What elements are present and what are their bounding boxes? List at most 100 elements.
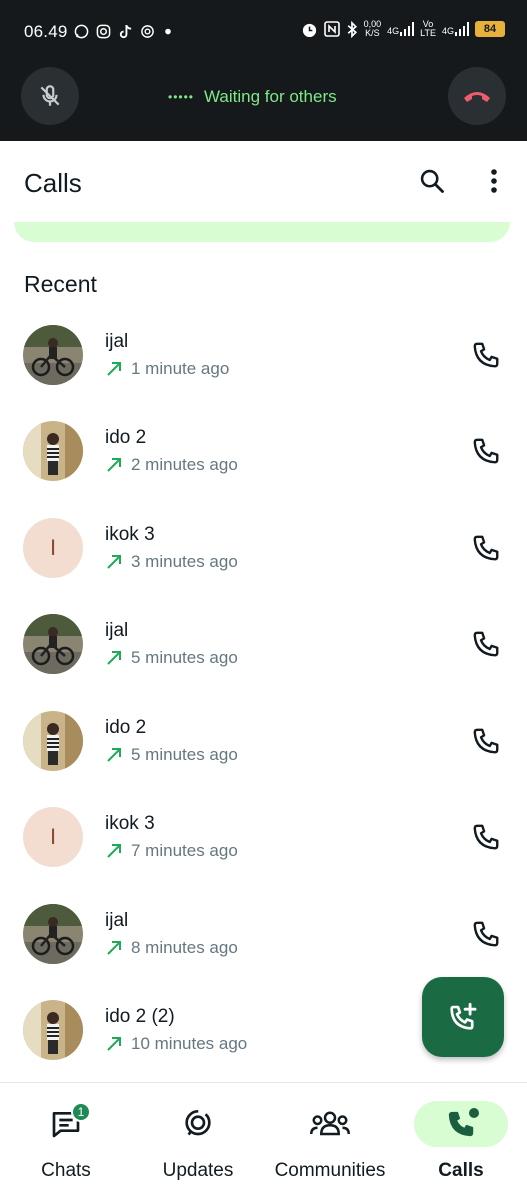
end-call-button[interactable] bbox=[448, 67, 506, 125]
avatar[interactable] bbox=[23, 904, 83, 964]
call-time: 10 minutes ago bbox=[131, 1034, 248, 1053]
outgoing-call-arrow-icon bbox=[107, 458, 121, 472]
avatar[interactable] bbox=[23, 325, 83, 385]
voice-call-button[interactable] bbox=[466, 530, 506, 566]
outgoing-call-arrow-icon bbox=[107, 651, 121, 665]
call-time: 3 minutes ago bbox=[131, 552, 238, 571]
call-row[interactable]: I ikok 3 7 minutes ago bbox=[0, 807, 527, 903]
nav-label: Chats bbox=[41, 1160, 91, 1181]
tiktok-notif-icon bbox=[119, 24, 132, 39]
call-detail: 5 minutes ago bbox=[105, 648, 238, 668]
voice-call-button[interactable] bbox=[466, 723, 506, 759]
network-type-2: 4G bbox=[441, 26, 454, 36]
data-speed: 0,00 K/S bbox=[364, 20, 382, 38]
recent-section-header: Recent bbox=[24, 271, 97, 297]
call-time: 5 minutes ago bbox=[131, 648, 238, 667]
page-title: Calls bbox=[24, 168, 82, 198]
nav-updates-icon-wrap bbox=[151, 1101, 245, 1147]
nav-calls[interactable]: Calls bbox=[395, 1083, 527, 1200]
voice-call-button[interactable] bbox=[466, 433, 506, 469]
waiting-dots-icon: ••••• bbox=[168, 90, 195, 104]
alarm-icon bbox=[302, 23, 316, 37]
nav-chats[interactable]: 1 Chats bbox=[0, 1083, 132, 1200]
avatar-initial[interactable]: I bbox=[23, 807, 83, 867]
voice-call-button[interactable] bbox=[466, 916, 506, 952]
photo-bike-avatar bbox=[23, 904, 83, 964]
phone-icon bbox=[473, 921, 499, 947]
call-time: 5 minutes ago bbox=[131, 745, 238, 764]
phone-icon bbox=[473, 535, 499, 561]
nfc-icon bbox=[323, 21, 340, 37]
network-type-1: 4G bbox=[387, 26, 400, 36]
signal-1: 4G bbox=[387, 22, 415, 36]
nav-communities[interactable]: Communities bbox=[264, 1083, 396, 1200]
avatar[interactable] bbox=[23, 614, 83, 674]
call-detail: 2 minutes ago bbox=[105, 455, 238, 475]
contact-name: ido 2 (2) bbox=[105, 1006, 175, 1027]
voice-call-button[interactable] bbox=[466, 337, 506, 373]
phone-icon bbox=[473, 342, 499, 368]
contact-name: ijal bbox=[105, 331, 129, 352]
outgoing-call-arrow-icon bbox=[107, 555, 121, 569]
call-row[interactable]: ido 2 2 minutes ago bbox=[0, 421, 527, 517]
signal-2: 4G bbox=[442, 22, 469, 36]
outgoing-call-arrow-icon bbox=[107, 1037, 121, 1051]
call-detail: 7 minutes ago bbox=[105, 841, 238, 861]
signal-bars-1-icon bbox=[400, 22, 415, 36]
bluetooth-icon bbox=[347, 20, 357, 38]
phone-icon bbox=[473, 631, 499, 657]
call-detail: 10 minutes ago bbox=[105, 1034, 247, 1054]
call-detail: 1 minute ago bbox=[105, 359, 229, 379]
more-options-button[interactable] bbox=[476, 163, 512, 199]
call-time: 8 minutes ago bbox=[131, 938, 238, 957]
nav-communities-icon-wrap bbox=[283, 1101, 377, 1147]
nav-label: Calls bbox=[438, 1160, 484, 1181]
battery-indicator: 84 bbox=[475, 21, 505, 37]
more-notif-dot-icon bbox=[165, 28, 171, 35]
notification-icons bbox=[74, 24, 174, 39]
unread-badge: 1 bbox=[71, 1102, 91, 1122]
nav-label: Updates bbox=[162, 1160, 234, 1181]
volte-indicator: Vo LTE bbox=[420, 20, 436, 38]
avatar[interactable] bbox=[23, 421, 83, 481]
volte-bottom: LTE bbox=[420, 28, 436, 38]
search-icon bbox=[420, 169, 444, 193]
status-bar: 06.49 0,00 K/S 4G Vo LTE 4G 84 bbox=[0, 0, 527, 64]
more-vert-icon bbox=[491, 169, 497, 193]
mute-button[interactable] bbox=[21, 67, 79, 125]
nav-label: Communities bbox=[274, 1160, 386, 1181]
new-call-fab[interactable] bbox=[422, 977, 504, 1057]
chatgpt-notif-icon bbox=[141, 25, 154, 38]
updates-icon bbox=[185, 1110, 211, 1136]
contact-name: ijal bbox=[105, 910, 129, 931]
avatar-initial[interactable]: I bbox=[23, 518, 83, 578]
voice-call-button[interactable] bbox=[466, 626, 506, 662]
call-banner: 06.49 0,00 K/S 4G Vo LTE 4G 84 ••••• Wai… bbox=[0, 0, 527, 141]
avatar[interactable] bbox=[23, 711, 83, 771]
contact-name: ijal bbox=[105, 620, 129, 641]
whatsapp-notif-icon bbox=[74, 24, 89, 39]
call-row[interactable]: ido 2 5 minutes ago bbox=[0, 711, 527, 807]
contact-name: ikok 3 bbox=[105, 813, 155, 834]
call-row[interactable]: ijal 5 minutes ago bbox=[0, 614, 527, 710]
avatar[interactable] bbox=[23, 1000, 83, 1060]
photo-room-avatar bbox=[23, 421, 83, 481]
voice-call-button[interactable] bbox=[466, 819, 506, 855]
photo-bike-avatar bbox=[23, 325, 83, 385]
contact-name: ido 2 bbox=[105, 427, 147, 448]
call-row[interactable]: ijal 1 minute ago bbox=[0, 325, 527, 421]
end-call-icon bbox=[464, 92, 490, 102]
outgoing-call-arrow-icon bbox=[107, 748, 121, 762]
status-time: 06.49 bbox=[24, 22, 68, 41]
search-button[interactable] bbox=[414, 163, 450, 199]
new-activity-dot bbox=[469, 1108, 479, 1118]
call-detail: 5 minutes ago bbox=[105, 745, 238, 765]
call-status-text: Waiting for others bbox=[204, 87, 337, 106]
phone-icon bbox=[473, 728, 499, 754]
call-row[interactable]: I ikok 3 3 minutes ago bbox=[0, 518, 527, 614]
communities-icon bbox=[310, 1111, 350, 1136]
bottom-navigation: 1 Chats Updates Communities Calls bbox=[0, 1082, 527, 1200]
outgoing-call-arrow-icon bbox=[107, 941, 121, 955]
nav-updates[interactable]: Updates bbox=[132, 1083, 264, 1200]
mic-off-icon bbox=[40, 85, 60, 106]
